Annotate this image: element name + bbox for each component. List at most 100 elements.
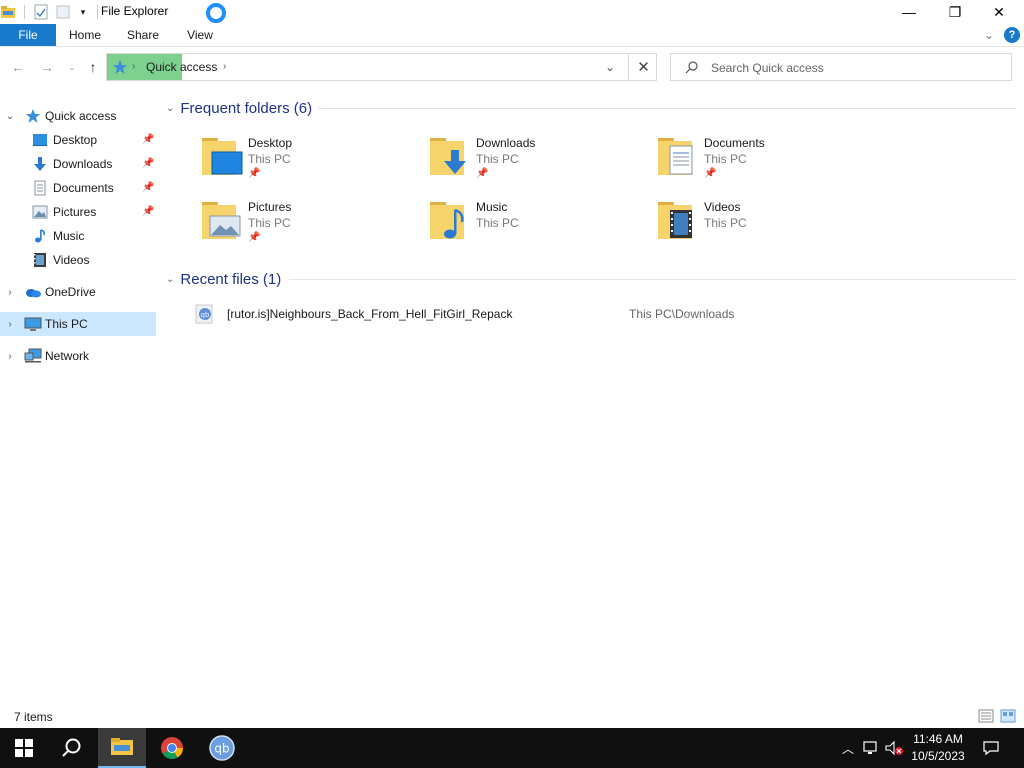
videos-folder-icon bbox=[654, 196, 700, 242]
network-icon bbox=[24, 348, 42, 364]
address-bar[interactable]: › Quick access › ⌄ ✕ bbox=[106, 53, 657, 81]
clock-date: 10/5/2023 bbox=[911, 749, 965, 763]
action-center-icon[interactable] bbox=[981, 738, 1001, 758]
sidebar-item-videos[interactable]: Videos bbox=[0, 248, 156, 272]
quick-access-toolbar: ▾ bbox=[0, 3, 104, 21]
pin-icon: 📌 bbox=[142, 134, 155, 145]
back-arrow-icon[interactable]: ← bbox=[8, 57, 28, 77]
file-explorer-icon bbox=[111, 738, 133, 755]
taskbar-file-explorer[interactable] bbox=[98, 728, 146, 768]
group-divider bbox=[318, 108, 1016, 109]
sidebar-item-quick-access[interactable]: ⌄ Quick access bbox=[0, 104, 156, 128]
up-arrow-icon[interactable]: ↑ bbox=[83, 57, 103, 77]
search-box[interactable]: Search Quick access bbox=[670, 53, 1012, 81]
tab-share[interactable]: Share bbox=[118, 24, 168, 46]
folder-tile-downloads[interactable]: Downloads This PC 📌 bbox=[426, 132, 646, 188]
desktop-folder-icon bbox=[198, 132, 244, 178]
close-button[interactable]: ✕ bbox=[976, 0, 1022, 24]
pictures-icon bbox=[32, 204, 48, 220]
pin-icon: 📌 bbox=[142, 206, 155, 217]
folder-tile-desktop[interactable]: Desktop This PC 📌 bbox=[198, 132, 418, 188]
folder-location: This PC bbox=[704, 216, 747, 230]
sidebar-item-music[interactable]: Music bbox=[0, 224, 156, 248]
address-history-dropdown-icon[interactable]: ⌄ bbox=[605, 60, 615, 74]
frequent-folders-header[interactable]: ⌄ Frequent folders (6) bbox=[166, 98, 312, 118]
folder-name: Downloads bbox=[476, 136, 536, 150]
customize-toolbar-dropdown-icon[interactable]: ▾ bbox=[75, 4, 91, 20]
collapsed-chevron-icon[interactable]: › bbox=[5, 287, 15, 298]
folder-location: This PC bbox=[704, 152, 747, 166]
folder-location: This PC bbox=[248, 216, 291, 230]
pin-icon: 📌 bbox=[142, 158, 155, 169]
folder-name: Documents bbox=[704, 136, 765, 150]
recent-locations-chevron-icon[interactable]: ⌄ bbox=[62, 57, 82, 77]
recent-file-row[interactable]: qb [rutor.is]Neighbours_Back_From_Hell_F… bbox=[192, 302, 1012, 326]
star-icon bbox=[25, 108, 41, 124]
sidebar-item-this-pc[interactable]: › This PC bbox=[0, 312, 156, 336]
pin-icon: 📌 bbox=[142, 182, 155, 193]
expanded-chevron-icon[interactable]: ⌄ bbox=[5, 111, 15, 122]
quick-access-star-icon bbox=[112, 59, 128, 75]
file-explorer-app-icon[interactable] bbox=[0, 4, 16, 20]
system-clock[interactable]: 11:46 AM 10/5/2023 bbox=[906, 731, 970, 765]
folder-name: Desktop bbox=[248, 136, 293, 150]
help-icon[interactable]: ? bbox=[1004, 27, 1020, 43]
folder-tile-pictures[interactable]: Pictures This PC 📌 bbox=[198, 196, 418, 252]
sidebar-item-pictures[interactable]: Pictures 📌 bbox=[0, 200, 156, 224]
sidebar-item-label: Pictures bbox=[53, 205, 97, 219]
sidebar-item-documents[interactable]: Documents 📌 bbox=[0, 176, 156, 200]
folder-tile-music[interactable]: Music This PC bbox=[426, 196, 646, 252]
sidebar-item-downloads[interactable]: Downloads 📌 bbox=[0, 152, 156, 176]
clear-address-icon[interactable]: ✕ bbox=[628, 54, 658, 80]
group-collapse-chevron-icon[interactable]: ⌄ bbox=[166, 274, 174, 285]
this-pc-icon bbox=[24, 316, 42, 332]
folder-tile-videos[interactable]: Videos This PC bbox=[654, 196, 874, 252]
folder-tile-documents[interactable]: Documents This PC 📌 bbox=[654, 132, 874, 188]
details-view-icon[interactable] bbox=[978, 709, 994, 723]
breadcrumb-chevron-icon[interactable]: › bbox=[223, 61, 226, 72]
documents-icon bbox=[32, 180, 48, 196]
recent-files-title: Recent files (1) bbox=[180, 270, 282, 288]
music-folder-icon bbox=[426, 196, 472, 242]
collapsed-chevron-icon[interactable]: › bbox=[5, 351, 15, 362]
group-collapse-chevron-icon[interactable]: ⌄ bbox=[166, 103, 174, 114]
folder-name: Videos bbox=[704, 200, 741, 214]
tab-view[interactable]: View bbox=[176, 24, 224, 46]
folder-location: This PC bbox=[476, 152, 519, 166]
expand-ribbon-chevron-icon[interactable]: ⌄ bbox=[984, 28, 994, 42]
collapsed-chevron-icon[interactable]: › bbox=[5, 319, 15, 330]
restore-button[interactable]: ❐ bbox=[932, 0, 978, 24]
show-hidden-icons-icon[interactable]: ︿ bbox=[838, 738, 858, 758]
network-status-icon[interactable] bbox=[861, 738, 881, 758]
breadcrumb-separator-icon[interactable]: › bbox=[132, 61, 135, 72]
downloads-icon bbox=[32, 156, 48, 172]
sidebar-item-desktop[interactable]: Desktop 📌 bbox=[0, 128, 156, 152]
recent-file-name: [rutor.is]Neighbours_Back_From_Hell_FitG… bbox=[227, 307, 513, 321]
search-icon bbox=[62, 738, 81, 757]
title-bar: ▾ File Explorer — ❐ ✕ bbox=[0, 0, 1024, 24]
tab-file[interactable]: File bbox=[0, 24, 56, 46]
folder-location: This PC bbox=[476, 216, 519, 230]
tab-home[interactable]: Home bbox=[60, 24, 110, 46]
recent-files-header[interactable]: ⌄ Recent files (1) bbox=[166, 269, 281, 289]
taskbar: qb ︿ 11:46 AM 10/5/2023 bbox=[0, 728, 1024, 768]
new-folder-icon[interactable] bbox=[55, 4, 71, 20]
documents-folder-icon bbox=[654, 132, 700, 178]
recent-file-path: This PC\Downloads bbox=[629, 307, 735, 321]
minimize-button[interactable]: — bbox=[886, 0, 932, 24]
breadcrumb-quick-access[interactable]: Quick access bbox=[146, 60, 217, 74]
sidebar-item-network[interactable]: › Network bbox=[0, 344, 156, 368]
sidebar-item-label: Desktop bbox=[53, 133, 98, 147]
forward-arrow-icon[interactable]: → bbox=[37, 57, 57, 77]
volume-muted-icon[interactable] bbox=[884, 738, 904, 758]
sidebar-item-label: This PC bbox=[45, 317, 88, 331]
large-icons-view-icon[interactable] bbox=[1000, 709, 1016, 723]
properties-icon[interactable] bbox=[33, 4, 49, 20]
sidebar-item-onedrive[interactable]: › OneDrive bbox=[0, 280, 156, 304]
cortana-icon[interactable] bbox=[206, 3, 226, 23]
taskbar-search-button[interactable] bbox=[48, 728, 96, 768]
taskbar-chrome[interactable] bbox=[148, 728, 196, 768]
taskbar-qbittorrent[interactable]: qb bbox=[198, 728, 246, 768]
qbittorrent-file-icon: qb bbox=[194, 304, 216, 324]
start-button[interactable] bbox=[0, 728, 48, 768]
